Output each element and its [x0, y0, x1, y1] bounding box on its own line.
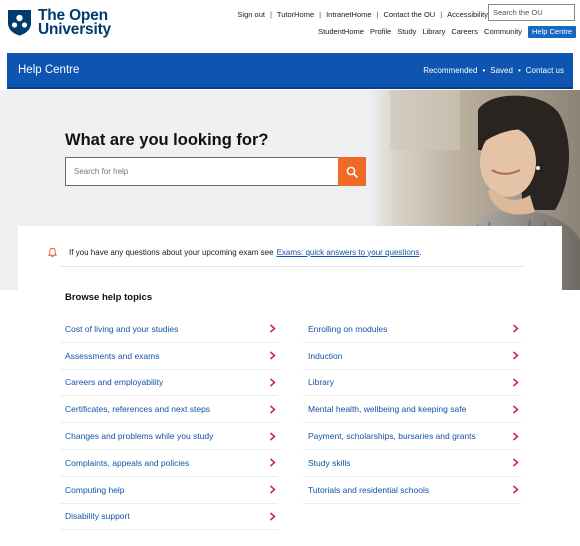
chevron-right-icon — [513, 378, 519, 387]
topic-link[interactable]: Tutorials and residential schools — [303, 477, 521, 504]
topic-label: Computing help — [65, 484, 125, 495]
logo-wordmark: The Open University — [38, 8, 111, 38]
chevron-right-icon — [270, 351, 276, 360]
site-search-input[interactable] — [488, 4, 575, 21]
topic-link[interactable]: Careers and employability — [60, 370, 278, 397]
exam-notice: If you have any questions about your upc… — [47, 244, 422, 260]
separator: | — [319, 10, 322, 19]
chevron-right-icon — [270, 432, 276, 441]
notice-end: . — [419, 247, 422, 257]
chevron-right-icon — [270, 485, 276, 494]
intranethome-link[interactable]: IntranetHome — [326, 10, 371, 19]
separator: • — [517, 66, 521, 75]
topic-link[interactable]: Library — [303, 370, 521, 397]
separator: | — [440, 10, 443, 19]
topic-label: Induction — [308, 350, 343, 361]
help-search-input[interactable] — [65, 157, 339, 186]
recommended-link[interactable]: Recommended — [423, 66, 477, 75]
topic-link[interactable]: Cost of living and your studies — [60, 316, 278, 343]
chevron-right-icon — [513, 324, 519, 333]
topic-label: Library — [308, 377, 334, 388]
topic-label: Changes and problems while you study — [65, 431, 214, 442]
topic-link[interactable]: Computing help — [60, 477, 278, 504]
browse-topics-heading: Browse help topics — [65, 292, 153, 303]
separator: | — [376, 10, 379, 19]
logo-line-2: University — [38, 21, 111, 38]
topic-link[interactable]: Disability support — [60, 504, 278, 531]
separator: | — [269, 10, 272, 19]
magnifier-icon — [346, 166, 358, 178]
main-nav: StudentHome Profile Study Library Career… — [318, 26, 576, 38]
topic-label: Careers and employability — [65, 377, 164, 388]
topic-label: Complaints, appeals and policies — [65, 457, 190, 468]
help-search-button[interactable] — [338, 157, 366, 186]
nav-careers[interactable]: Careers — [451, 26, 478, 38]
exams-quick-answers-link[interactable]: Exams: quick answers to your questions — [277, 248, 420, 257]
chevron-right-icon — [513, 432, 519, 441]
nav-library[interactable]: Library — [422, 26, 445, 38]
topic-link[interactable]: Complaints, appeals and policies — [60, 450, 278, 477]
topic-link[interactable]: Study skills — [303, 450, 521, 477]
nav-study[interactable]: Study — [397, 26, 416, 38]
chevron-right-icon — [270, 378, 276, 387]
chevron-right-icon — [270, 324, 276, 333]
chevron-right-icon — [270, 512, 276, 521]
utility-nav: Sign out | TutorHome | IntranetHome | Contact … — [237, 9, 488, 21]
topic-label: Enrolling on modules — [308, 323, 388, 334]
topics-column-left: Cost of living and your studies Assessme… — [60, 316, 278, 531]
topic-label: Study skills — [308, 457, 351, 468]
topic-link[interactable]: Changes and problems while you study — [60, 423, 278, 450]
nav-help-centre[interactable]: Help Centre — [527, 26, 576, 38]
saved-link[interactable]: Saved — [490, 66, 513, 75]
topic-label: Payment, scholarships, bursaries and gra… — [308, 431, 476, 442]
topic-label: Assessments and exams — [65, 350, 160, 361]
chevron-right-icon — [513, 458, 519, 467]
contact-ou-link[interactable]: Contact the OU — [384, 10, 436, 19]
tutorhome-link[interactable]: TutorHome — [277, 10, 314, 19]
ou-logo[interactable]: The Open University — [7, 8, 111, 39]
topic-link[interactable]: Mental health, wellbeing and keeping saf… — [303, 396, 521, 424]
nav-community[interactable]: Community — [484, 26, 522, 38]
chevron-right-icon — [270, 405, 276, 414]
chevron-right-icon — [513, 351, 519, 360]
topic-label: Certificates, references and next steps — [65, 404, 211, 415]
help-centre-bar: Help Centre Recommended • Saved • Contact us — [7, 53, 573, 89]
notice-text: If you have any questions about your upc… — [69, 247, 274, 257]
divider — [60, 266, 524, 267]
topic-link[interactable]: Enrolling on modules — [303, 316, 521, 343]
topic-link[interactable]: Assessments and exams — [60, 343, 278, 370]
topic-label: Cost of living and your studies — [65, 323, 179, 334]
topic-label: Mental health, wellbeing and keeping saf… — [308, 404, 467, 415]
nav-studenthome[interactable]: StudentHome — [318, 26, 364, 38]
topics-column-right: Enrolling on modules Induction Library M… — [303, 316, 521, 504]
bell-icon — [47, 247, 58, 257]
topic-link[interactable]: Induction — [303, 343, 521, 370]
chevron-right-icon — [513, 485, 519, 494]
sign-out-link[interactable]: Sign out — [237, 10, 265, 19]
help-bar-links: Recommended • Saved • Contact us — [423, 66, 564, 75]
separator: • — [482, 66, 486, 75]
topic-label: Disability support — [65, 511, 130, 522]
topic-label: Tutorials and residential schools — [308, 484, 430, 495]
ou-shield-icon — [8, 10, 31, 36]
chevron-right-icon — [270, 458, 276, 467]
hero-heading: What are you looking for? — [65, 131, 269, 149]
help-centre-title: Help Centre — [18, 64, 80, 76]
nav-profile[interactable]: Profile — [370, 26, 391, 38]
topic-link[interactable]: Payment, scholarships, bursaries and gra… — [303, 423, 521, 450]
contact-us-link[interactable]: Contact us — [526, 66, 564, 75]
accessibility-link[interactable]: Accessibility — [447, 10, 488, 19]
chevron-right-icon — [513, 405, 519, 414]
topic-link[interactable]: Certificates, references and next steps — [60, 396, 278, 424]
